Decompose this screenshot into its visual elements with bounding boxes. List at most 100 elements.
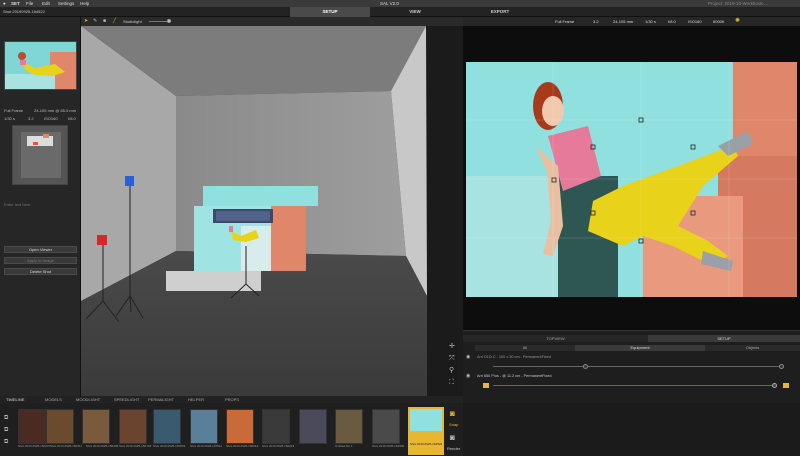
shot-info-panel: Full Frame 24-105 mm @ 85.5 mm 1/30 s 3.… <box>0 17 81 403</box>
studio-scene <box>81 26 463 396</box>
project-name: Project: 2019-10-Workbook-... <box>708 1 768 6</box>
menu-app[interactable]: SET <box>11 1 20 6</box>
thumbnail[interactable] <box>82 409 110 444</box>
thumbnail-label: Shot 2019 0925-163900 <box>372 444 405 448</box>
light-1-slider-handle[interactable] <box>583 364 588 369</box>
aperture-select[interactable]: f/8.0 <box>668 19 676 24</box>
camera-icon[interactable]: ⧉ <box>4 415 8 421</box>
move-icon[interactable]: ✛ <box>449 343 455 350</box>
pan-icon[interactable]: ⤧ <box>449 355 455 362</box>
tab-topview[interactable]: TOPVIEW <box>463 335 648 342</box>
tab-permalight[interactable]: PERMALIGHT <box>148 397 174 402</box>
line-icon[interactable]: ╱ <box>113 18 116 24</box>
menu-file[interactable]: File <box>26 1 33 6</box>
tab-props[interactable]: PROPS <box>225 397 239 402</box>
zoom-icon[interactable]: ⚲ <box>449 367 454 374</box>
render-label[interactable]: Render <box>447 446 460 451</box>
visibility-icon[interactable]: ◉ <box>466 354 470 360</box>
thumbnail[interactable] <box>153 409 181 444</box>
cursor-icon[interactable]: ➤ <box>84 18 88 24</box>
viewport-toolbar: ➤ ✎ ■ ╱ Studiolight <box>81 17 463 26</box>
light-1-slider[interactable] <box>493 366 783 367</box>
window-title: SAL V2.0 <box>380 1 399 6</box>
fit-icon[interactable]: ⛶ <box>449 379 454 386</box>
tab-view[interactable]: VIEW <box>370 7 460 17</box>
thumbnail-selected[interactable] <box>408 407 444 455</box>
thumbnail-label: Shot 2019 0925-170511 <box>190 444 222 448</box>
camera-settings-bar: Full Frame 3.2 24-105 mm 1/30 s f/8.0 IS… <box>463 17 800 26</box>
light-1-name: Arri D1D-C - 100 x 30 cm - PermanentFixe… <box>477 355 551 359</box>
thumbnail[interactable] <box>18 409 46 444</box>
render-icon[interactable]: ◙ <box>450 434 455 442</box>
thumbnail-label: Untitled-file 1 <box>335 444 353 448</box>
menu-edit[interactable]: Edit <box>42 1 50 6</box>
camera-format: Full Frame <box>4 108 24 113</box>
thumbnail-label: Shot 2019 0925-150718 <box>119 444 152 448</box>
thumbnail[interactable] <box>299 409 327 444</box>
scene-setup-panel: TOPVIEW SETUP All Equipment Objects ◉ Ar… <box>463 330 800 403</box>
tab-speedlight[interactable]: SPEEDLIGHT <box>114 397 139 402</box>
thumbnail[interactable] <box>335 409 363 444</box>
thumbnail[interactable] <box>119 409 147 444</box>
filter-all[interactable]: All <box>475 345 575 351</box>
render-preview[interactable] <box>463 26 800 330</box>
tab-export[interactable]: EXPORT <box>460 7 540 17</box>
tab-models[interactable]: MODELS <box>45 397 62 402</box>
menu-help[interactable]: Help <box>80 1 89 6</box>
menu-settings[interactable]: Settings <box>58 1 74 6</box>
snap-label[interactable]: Snap <box>449 422 458 427</box>
light-2-lock-icon[interactable] <box>783 383 789 388</box>
filter-equipment[interactable]: Equipment <box>575 345 705 351</box>
light-2-color-swatch[interactable] <box>483 383 489 388</box>
timeline-tabs: TIMELINE MODELS MOODLIGHT SPEEDLIGHT PER… <box>0 396 463 403</box>
thumbnail-label: Shot 2019 0925-160213 <box>262 444 295 448</box>
light-2-slider-handle[interactable] <box>772 383 777 388</box>
snap-camera-icon[interactable]: ◙ <box>450 410 455 418</box>
thumbnail-label: Shot 2019 0925-150439 <box>86 444 119 448</box>
shot-thumbnail-image <box>5 52 76 89</box>
tab-timeline[interactable]: TIMELINE <box>6 397 24 402</box>
iso-select[interactable]: ISO160 <box>688 19 702 24</box>
thumbnail-label: Shot 2019 0925-160014 <box>226 444 259 448</box>
fstop-value: f/8.0 <box>68 116 76 121</box>
open-viewer-button[interactable]: Open Viewer <box>4 246 77 253</box>
topview-image <box>21 132 61 178</box>
camera-format-select[interactable]: Full Frame <box>555 19 574 24</box>
thumbnail[interactable] <box>190 409 218 444</box>
shutter-select[interactable]: 1/30 s <box>645 19 656 24</box>
light-2-slider[interactable] <box>493 385 775 386</box>
export-icon[interactable]: ⧉ <box>4 427 8 433</box>
pen-icon[interactable]: ✎ <box>93 18 97 24</box>
filter-objects[interactable]: Objects <box>705 345 800 351</box>
thumbnail[interactable] <box>262 409 290 444</box>
composition-grid <box>466 62 797 297</box>
thumbnail-label: Shot 2019 0925-150237 <box>18 444 51 448</box>
thumbnail[interactable] <box>372 409 400 444</box>
studio-3d-viewport[interactable]: ✛ ⤧ ⚲ ⛶ <box>81 26 463 396</box>
studiolight-slider-handle[interactable] <box>167 19 171 23</box>
thumbnail[interactable] <box>46 409 74 444</box>
notes-placeholder[interactable]: Enter text here. <box>4 202 31 207</box>
tab-helper[interactable]: HELPER <box>188 397 204 402</box>
timeline-filmstrip: ⧉ ⧉ ⧉ Shot 2019 0925-150237 Shot 2019 09… <box>0 403 463 456</box>
topview-thumbnail <box>12 125 68 185</box>
tab-moodlight[interactable]: MOODLIGHT <box>76 397 100 402</box>
light-1-slider-end[interactable] <box>779 364 784 369</box>
aperture-value: 3.2 <box>28 116 34 121</box>
thumbnail[interactable] <box>226 409 254 444</box>
tab-scene-setup[interactable]: SETUP <box>648 335 800 342</box>
apply-to-image-button[interactable]: Apply to Image <box>4 257 77 264</box>
sensor-value[interactable]: 3.2 <box>593 19 599 24</box>
tab-setup[interactable]: SETUP <box>290 7 370 17</box>
apple-icon[interactable]: ● <box>3 1 6 6</box>
white-balance-select[interactable]: 6000K <box>713 19 725 24</box>
lens-select[interactable]: 24-105 mm <box>613 19 633 24</box>
color-wheel-icon[interactable]: ✺ <box>735 18 740 24</box>
visibility-icon[interactable]: ◉ <box>466 373 470 379</box>
square-icon[interactable]: ■ <box>103 18 106 24</box>
shot-title: Shot 20190925-164522 <box>3 9 45 14</box>
delete-shot-button[interactable]: Delete Shot <box>4 268 77 275</box>
thumbnail-label-selected: Shot 2019 0925-164522 <box>410 442 443 446</box>
copy-icon[interactable]: ⧉ <box>4 439 8 445</box>
thumbnail-label: Shot 2019 0925-150833 <box>153 444 186 448</box>
